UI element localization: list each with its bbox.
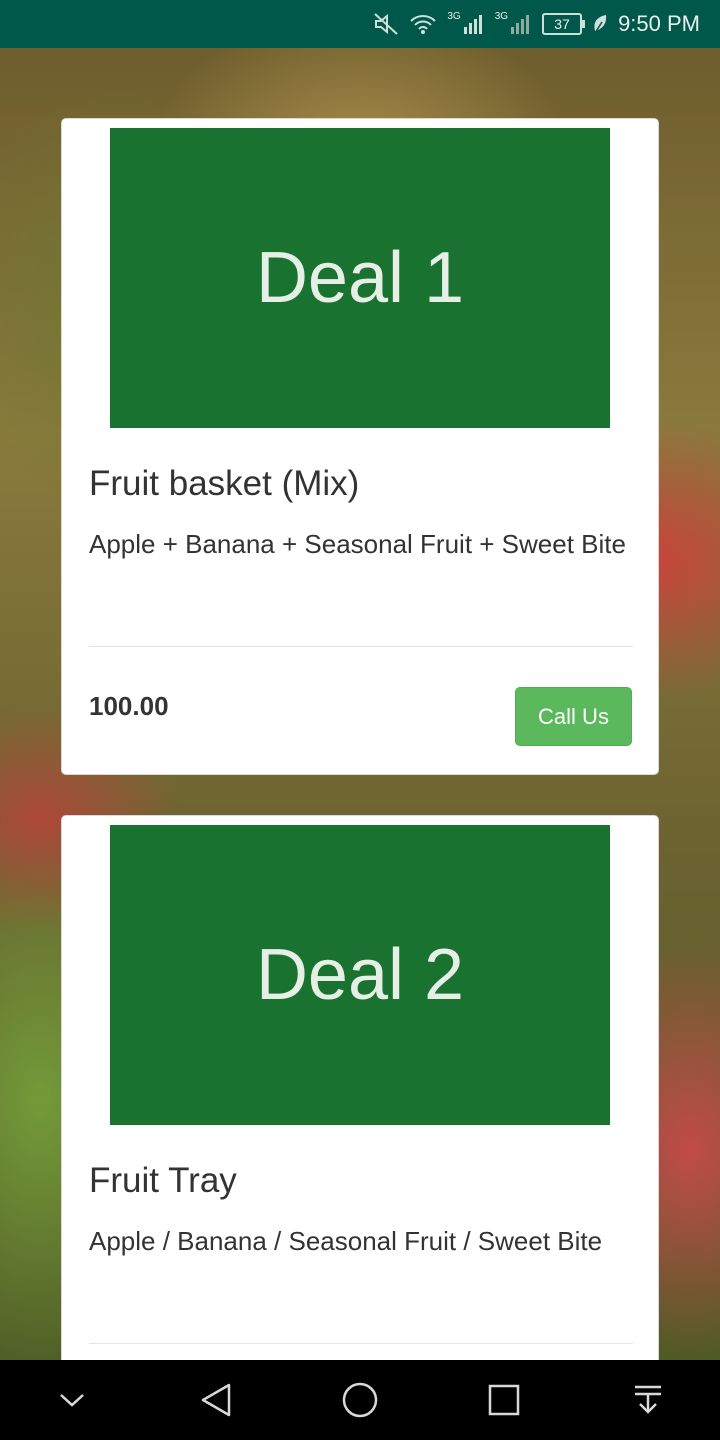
deal-image: Deal 1 bbox=[110, 128, 610, 428]
navigation-bar bbox=[0, 1360, 720, 1440]
home-icon[interactable] bbox=[330, 1370, 390, 1430]
status-bar: 3G 3G 37 9:50 PM bbox=[0, 0, 720, 48]
deal-description: Apple + Banana + Seasonal Fruit + Sweet … bbox=[89, 529, 626, 559]
battery-icon: 37 bbox=[542, 13, 586, 35]
leaf-icon bbox=[592, 14, 608, 34]
deal-image: Deal 2 bbox=[110, 825, 610, 1125]
battery-level: 37 bbox=[554, 16, 570, 32]
notification-pull-icon[interactable] bbox=[618, 1370, 678, 1430]
recents-icon[interactable] bbox=[474, 1370, 534, 1430]
deal-description: Apple / Banana / Seasonal Fruit / Sweet … bbox=[89, 1226, 603, 1256]
deal-image-text: Deal 1 bbox=[255, 238, 465, 318]
chevron-down-icon[interactable] bbox=[42, 1370, 102, 1430]
deal-image-text: Deal 2 bbox=[255, 935, 465, 1015]
status-time: 9:50 PM bbox=[618, 11, 700, 36]
deal-price: 100.00 bbox=[89, 691, 169, 721]
network-type-1: 3G bbox=[447, 10, 461, 22]
back-icon[interactable] bbox=[186, 1370, 246, 1430]
call-us-button[interactable]: Call Us bbox=[515, 687, 632, 746]
deal-title: Fruit basket (Mix) bbox=[89, 464, 360, 503]
divider bbox=[89, 1343, 633, 1344]
divider bbox=[89, 646, 633, 647]
wifi-icon bbox=[409, 13, 437, 35]
signal-icon: 3G bbox=[447, 10, 484, 35]
mute-icon bbox=[373, 12, 399, 36]
deal-card: Deal 1 Fruit basket (Mix) Apple + Banana… bbox=[61, 118, 659, 775]
network-type-2: 3G bbox=[494, 10, 509, 22]
signal-icon: 3G bbox=[494, 10, 532, 35]
deal-title: Fruit Tray bbox=[89, 1161, 237, 1200]
deal-card: Deal 2 Fruit Tray Apple / Banana / Seaso… bbox=[61, 815, 659, 1415]
